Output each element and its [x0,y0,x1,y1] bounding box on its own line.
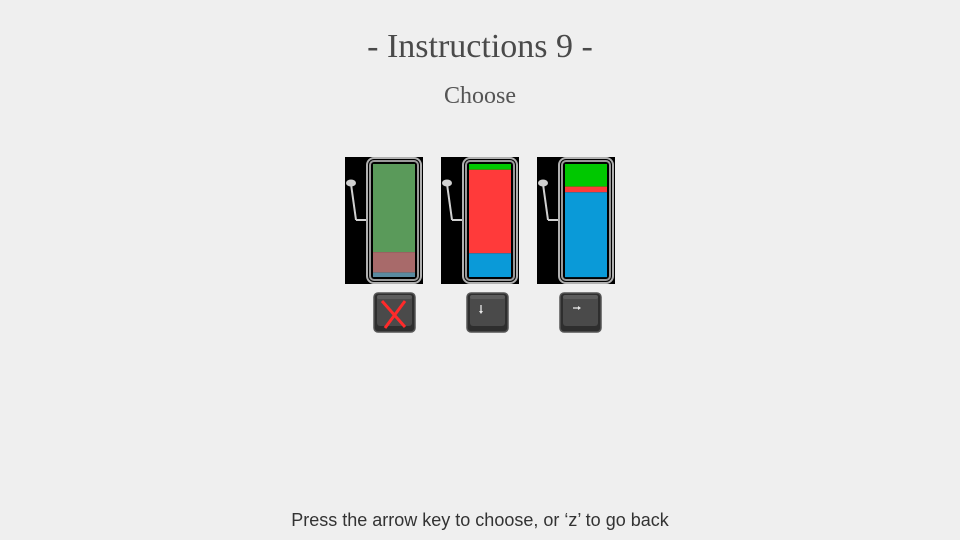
down-arrow-key-icon [466,292,509,333]
bar-segment-green [469,164,511,170]
bar-segment-red [469,169,511,254]
bar-segment-blue [373,272,415,277]
outcome-bar [469,164,511,277]
outcome-bar [565,164,607,278]
bar-segment-green [565,164,607,187]
bar-segment-green [373,164,415,253]
slot-machine-icon [538,157,614,284]
down-arrow-key[interactable] [466,292,509,333]
slot-machine-icon [442,157,518,284]
slot-machine-option-1 [345,157,423,284]
bar-segment-red [565,186,607,193]
page-title: - Instructions 9 - [367,28,593,65]
slot-machine-option-2 [441,157,519,284]
slot-machine-icon [346,157,422,284]
bar-segment-red [373,252,415,273]
right-arrow-key-icon [559,292,602,333]
crossed-out-key-icon [373,292,416,333]
bar-segment-blue [469,253,511,277]
footer-instruction: Press the arrow key to choose, or ‘z’ to… [291,510,669,530]
key-option-1-disabled [373,292,416,333]
right-arrow-key[interactable] [559,292,602,333]
page-subtitle: Choose [444,83,516,109]
outcome-bar [373,164,415,277]
slot-machine-option-3 [537,157,615,284]
bar-segment-blue [565,192,607,278]
